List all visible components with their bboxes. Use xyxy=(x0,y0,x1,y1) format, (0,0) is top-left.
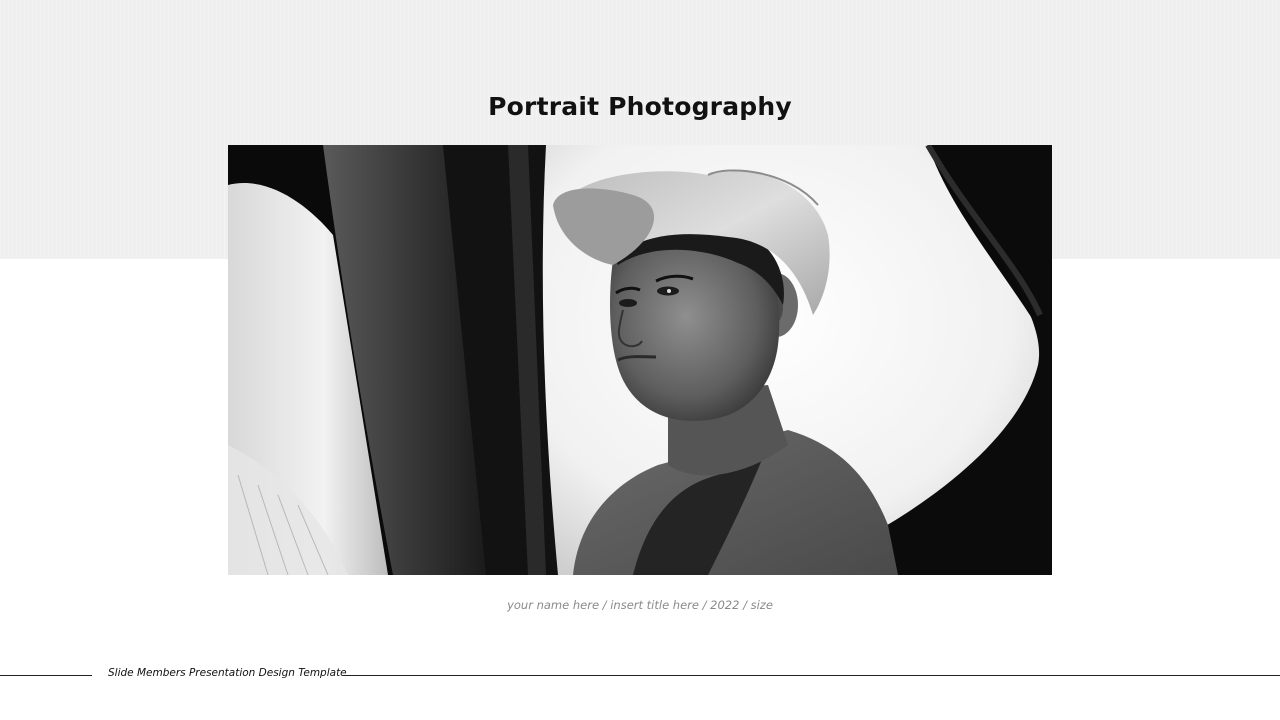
slide-title: Portrait Photography xyxy=(488,92,792,121)
portrait-illustration xyxy=(228,145,1052,575)
photo-caption: your name here / insert title here / 202… xyxy=(507,598,773,612)
footer-label: Slide Members Presentation Design Templa… xyxy=(108,667,347,679)
slide: Portrait Photography your name here / in… xyxy=(0,0,1280,720)
footer-rule-right xyxy=(343,675,1280,676)
portrait-photo xyxy=(228,145,1052,575)
footer-rule-left xyxy=(0,675,92,676)
